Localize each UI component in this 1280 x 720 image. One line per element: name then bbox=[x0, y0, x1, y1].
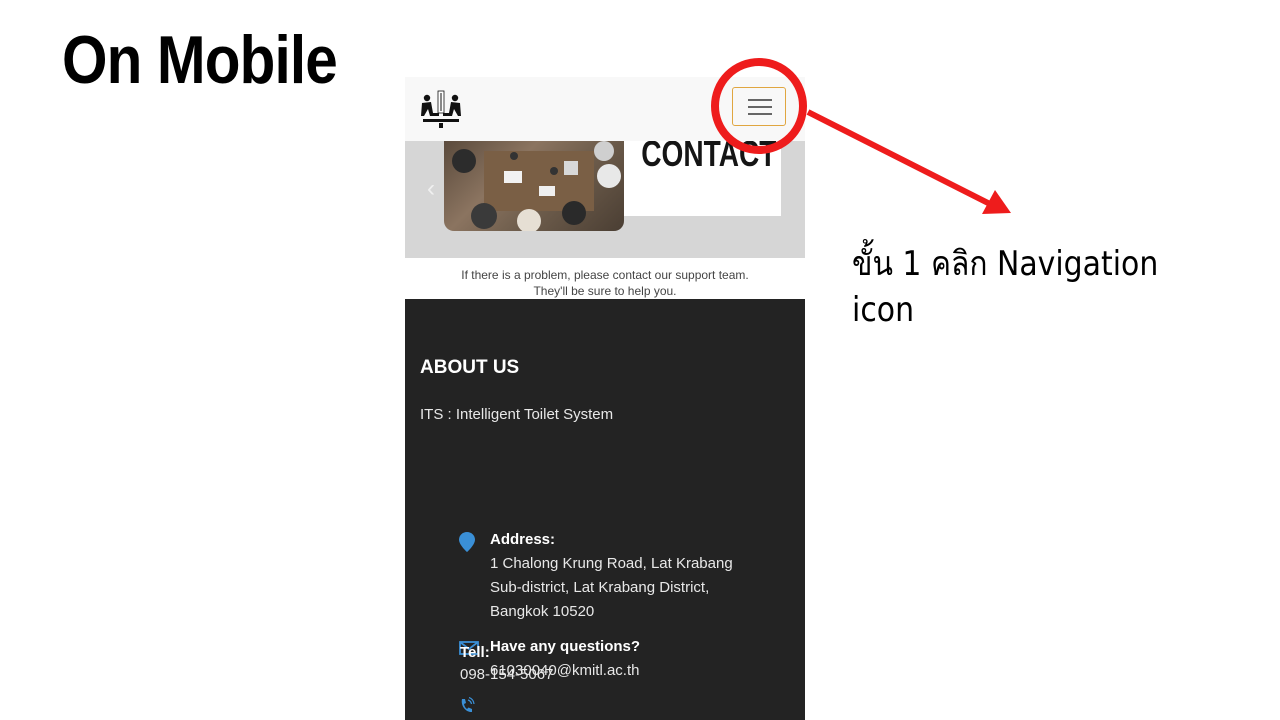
menu-icon bbox=[748, 99, 772, 101]
annotation-arrowhead bbox=[982, 190, 1011, 214]
support-message: If there is a problem, please contact ou… bbox=[405, 267, 805, 299]
navbar bbox=[405, 77, 805, 141]
meeting-photo bbox=[444, 141, 624, 231]
map-marker-icon bbox=[459, 532, 475, 552]
support-line-2: They'll be sure to help you. bbox=[533, 284, 677, 298]
instruction-caption: ขั้น 1 คลิก Navigation icon bbox=[852, 244, 1159, 330]
address-label: Address: bbox=[490, 531, 556, 548]
banner-heading-box: CONTACT bbox=[624, 141, 781, 216]
menu-icon-bar bbox=[748, 113, 772, 115]
address-line-1: 1 Chalong Krung Road, Lat Krabang bbox=[490, 555, 733, 572]
support-line-1: If there is a problem, please contact ou… bbox=[461, 268, 749, 282]
carousel-prev-icon[interactable]: ‹ bbox=[427, 175, 435, 203]
contact-banner: ‹ CONTACT bbox=[405, 141, 805, 258]
address-block: Address: 1 Chalong Krung Road, Lat Kraba… bbox=[490, 528, 733, 624]
banner-heading: CONTACT bbox=[641, 141, 777, 174]
address-line-3: Bangkok 10520 bbox=[490, 603, 595, 620]
tell-block: Tell: 098-154-5067 bbox=[460, 642, 553, 686]
tell-label: Tell: bbox=[460, 644, 490, 661]
phone-link[interactable]: 098-154-5067 bbox=[460, 666, 553, 683]
menu-icon-bar bbox=[748, 106, 772, 108]
about-subtitle: ITS : Intelligent Toilet System bbox=[420, 406, 614, 423]
about-title: ABOUT US bbox=[420, 357, 520, 378]
annotation-arrow bbox=[806, 109, 992, 207]
slide-title: On Mobile bbox=[62, 22, 338, 98]
mobile-screenshot: ‹ CONTACT If there is a problem, please … bbox=[405, 77, 805, 720]
site-logo[interactable] bbox=[419, 89, 463, 129]
address-line-2: Sub-district, Lat Krabang District, bbox=[490, 579, 710, 596]
navigation-toggle-button[interactable] bbox=[732, 87, 786, 126]
phone-icon bbox=[461, 697, 475, 713]
